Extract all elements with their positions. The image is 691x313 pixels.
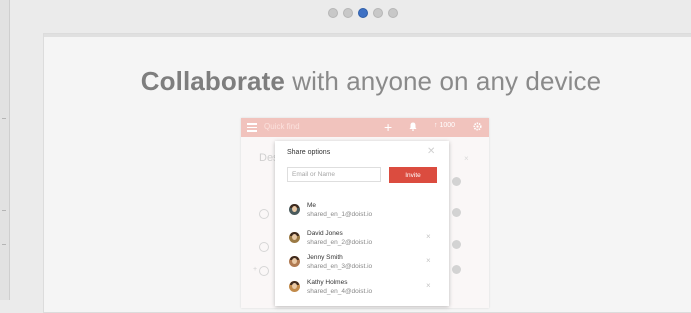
app-top-bar: Quick find + ↑ 1000 bbox=[241, 118, 489, 137]
avatar bbox=[289, 232, 300, 243]
member-name: Kathy Holmes bbox=[307, 279, 348, 286]
slide-headline: Collaborate with anyone on any device bbox=[0, 66, 691, 97]
member-email: shared_en_4@doist.io bbox=[307, 288, 373, 295]
email-or-name-input[interactable] bbox=[287, 167, 381, 182]
drag-handle-icon: + bbox=[253, 266, 258, 273]
assignee-avatar bbox=[452, 240, 461, 249]
member-row: Kathy Holmes shared_en_4@doist.io × bbox=[287, 279, 437, 299]
headline-rest: with anyone on any device bbox=[284, 66, 602, 96]
assignee-avatar bbox=[452, 265, 461, 274]
carousel-dot[interactable] bbox=[328, 8, 338, 18]
edge-mark bbox=[2, 210, 6, 211]
member-email: shared_en_3@doist.io bbox=[307, 263, 373, 270]
task-checkbox[interactable] bbox=[259, 242, 269, 252]
member-name: Jenny Smith bbox=[307, 254, 343, 261]
edge-mark bbox=[2, 244, 6, 245]
carousel-dot[interactable] bbox=[373, 8, 383, 18]
assignee-avatar bbox=[452, 177, 461, 186]
left-window-edge bbox=[0, 0, 10, 300]
carousel-indicator bbox=[328, 8, 398, 18]
bell-icon[interactable] bbox=[409, 122, 417, 131]
menu-icon[interactable] bbox=[247, 123, 257, 132]
member-row: Jenny Smith shared_en_3@doist.io × bbox=[287, 254, 437, 274]
quick-find-placeholder[interactable]: Quick find bbox=[264, 122, 300, 131]
remove-member-icon[interactable]: × bbox=[426, 281, 431, 290]
remove-member-icon[interactable]: × bbox=[426, 232, 431, 241]
dialog-title: Share options bbox=[287, 149, 331, 156]
karma-indicator[interactable]: ↑ 1000 bbox=[434, 122, 455, 129]
member-row: Me shared_en_1@doist.io bbox=[287, 202, 437, 222]
gear-icon[interactable] bbox=[473, 122, 482, 131]
task-checkbox[interactable] bbox=[259, 266, 269, 276]
carousel-dot[interactable] bbox=[343, 8, 353, 18]
task-checkbox[interactable] bbox=[259, 209, 269, 219]
member-name: David Jones bbox=[307, 230, 343, 237]
add-icon[interactable]: + bbox=[384, 119, 392, 135]
carousel-dot[interactable] bbox=[388, 8, 398, 18]
member-row: David Jones shared_en_2@doist.io × bbox=[287, 230, 437, 250]
assignee-avatar bbox=[452, 208, 461, 217]
avatar bbox=[289, 281, 300, 292]
member-email: shared_en_1@doist.io bbox=[307, 211, 373, 218]
avatar bbox=[289, 256, 300, 267]
member-name: Me bbox=[307, 202, 317, 209]
remove-member-icon[interactable]: × bbox=[426, 256, 431, 265]
edge-mark bbox=[2, 118, 6, 119]
member-email: shared_en_2@doist.io bbox=[307, 239, 373, 246]
share-options-dialog: Share options ✕ Invite Me shared_en_1@doi… bbox=[275, 141, 449, 306]
close-icon[interactable]: ✕ bbox=[427, 146, 435, 157]
headline-strong: Collaborate bbox=[140, 66, 285, 96]
invite-button[interactable]: Invite bbox=[389, 167, 437, 183]
carousel-dot[interactable] bbox=[358, 8, 368, 18]
avatar bbox=[289, 204, 300, 215]
background-close-icon: × bbox=[464, 154, 469, 163]
